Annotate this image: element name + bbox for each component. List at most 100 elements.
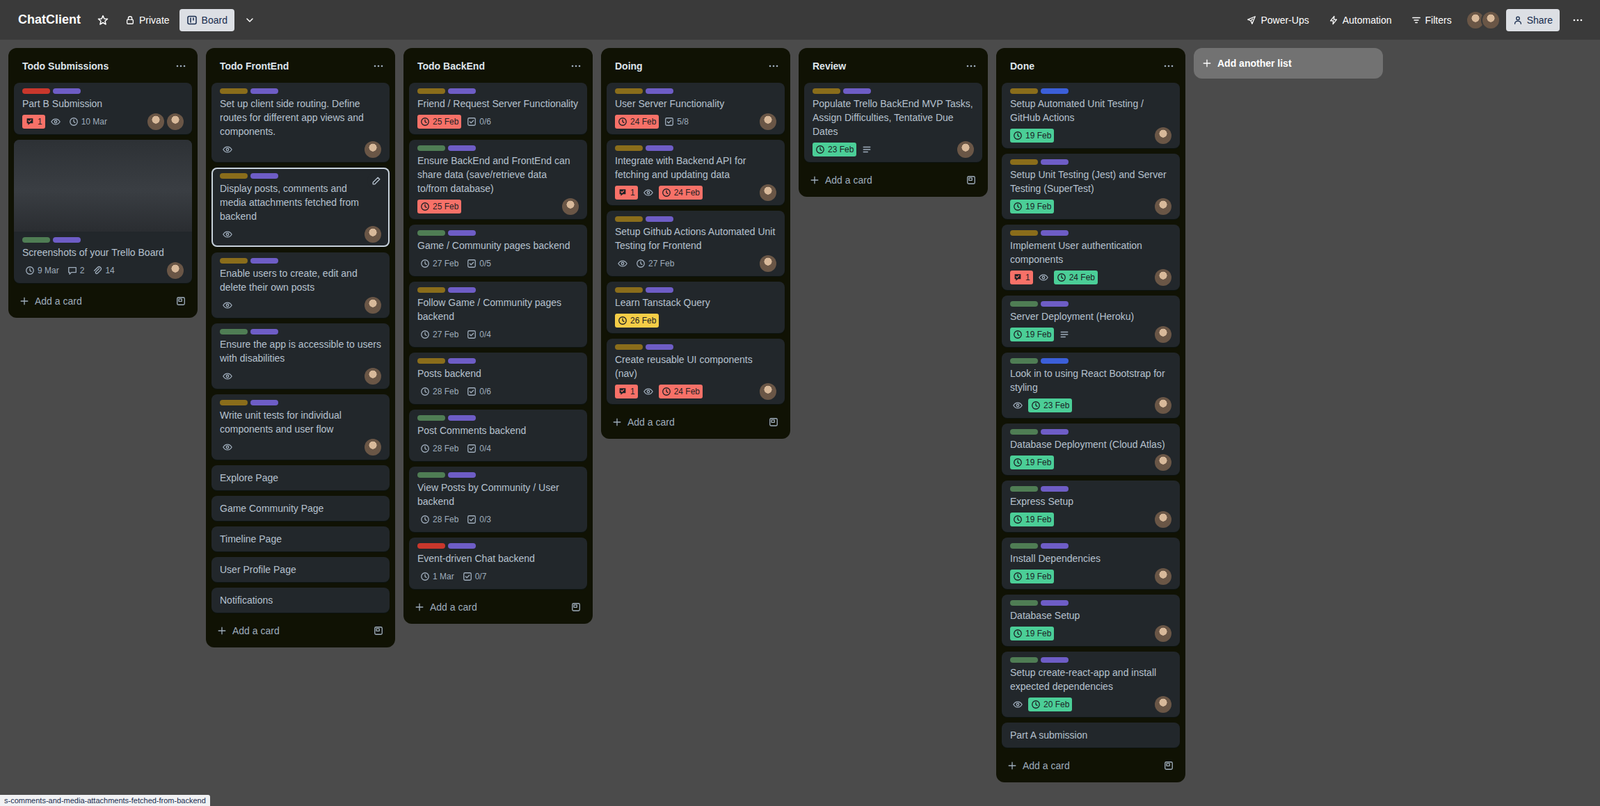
card[interactable]: Display posts, comments and media attach…	[211, 167, 390, 247]
card-label[interactable]	[448, 230, 476, 236]
card-label[interactable]	[219, 400, 248, 406]
card-label[interactable]	[1010, 657, 1038, 663]
card-label[interactable]	[1010, 88, 1038, 94]
card-label[interactable]	[250, 329, 279, 335]
member-avatar[interactable]	[1154, 696, 1172, 714]
member-avatar[interactable]	[1154, 127, 1172, 144]
card-label[interactable]	[448, 287, 476, 293]
card-label[interactable]	[1040, 358, 1069, 364]
card[interactable]: Friend / Request Server Functionality25 …	[409, 82, 588, 135]
add-list-button[interactable]: Add another list	[1193, 48, 1383, 79]
card-label[interactable]	[250, 258, 279, 264]
card-label[interactable]	[812, 88, 841, 94]
card-label[interactable]	[1010, 543, 1038, 549]
card-label[interactable]	[417, 415, 446, 421]
card-label[interactable]	[645, 344, 674, 350]
card-label[interactable]	[1010, 600, 1038, 606]
card-label[interactable]	[448, 88, 476, 94]
share-button[interactable]: Share	[1506, 9, 1560, 32]
card-label[interactable]	[1040, 600, 1069, 606]
card-label[interactable]	[417, 88, 446, 94]
card-label[interactable]	[614, 216, 643, 222]
member-avatar[interactable]	[1154, 454, 1172, 471]
member-avatar[interactable]	[166, 113, 184, 131]
card[interactable]: Screenshots of your Trello Board9 Mar214	[13, 139, 192, 284]
member-avatar[interactable]	[957, 141, 974, 158]
member-avatar[interactable]	[1154, 397, 1172, 414]
card-label[interactable]	[417, 543, 446, 549]
member-avatar[interactable]	[759, 184, 777, 202]
card-template-button[interactable]	[762, 411, 785, 434]
card-label[interactable]	[219, 173, 248, 179]
card[interactable]: Learn Tanstack Query26 Feb	[606, 281, 785, 334]
card-label[interactable]	[417, 358, 446, 364]
card[interactable]: Timeline Page	[211, 526, 390, 552]
card-label[interactable]	[250, 400, 279, 406]
member-avatar[interactable]	[364, 438, 382, 456]
member-avatar[interactable]	[147, 113, 165, 131]
card[interactable]: Part B Submission110 Mar	[13, 82, 192, 135]
card-label[interactable]	[645, 145, 674, 151]
card-label[interactable]	[448, 472, 476, 478]
card[interactable]: Setup create-react-app and install expec…	[1001, 651, 1180, 718]
card[interactable]: Implement User authentication components…	[1001, 224, 1180, 291]
card-label[interactable]	[1040, 230, 1069, 236]
list-menu-button[interactable]	[169, 54, 192, 78]
card-label[interactable]	[1010, 159, 1038, 165]
member-avatar[interactable]	[562, 198, 579, 215]
card-label[interactable]	[1040, 429, 1069, 435]
card-label[interactable]	[1040, 88, 1069, 94]
card[interactable]: Follow Game / Community pages backend27 …	[409, 281, 588, 348]
card-label[interactable]	[843, 88, 871, 94]
member-avatar[interactable]	[759, 255, 777, 272]
list-menu-button[interactable]	[367, 54, 390, 78]
card-label[interactable]	[1010, 486, 1038, 492]
card[interactable]: View Posts by Community / User backend28…	[409, 466, 588, 533]
card-label[interactable]	[219, 88, 248, 94]
add-card-button[interactable]: Add a card	[211, 619, 365, 643]
card-label[interactable]	[417, 472, 446, 478]
list-menu-button[interactable]	[564, 54, 588, 78]
card[interactable]: Server Deployment (Heroku)19 Feb	[1001, 295, 1180, 348]
card-label[interactable]	[1040, 486, 1069, 492]
member-avatar[interactable]	[364, 226, 382, 243]
add-card-button[interactable]: Add a card	[13, 290, 167, 313]
card[interactable]: Explore Page	[211, 465, 390, 491]
card-label[interactable]	[250, 88, 279, 94]
card-label[interactable]	[1010, 358, 1038, 364]
card[interactable]: Game / Community pages backend27 Feb0/5	[409, 224, 588, 277]
edit-card-button[interactable]	[367, 171, 386, 190]
card-label[interactable]	[1040, 159, 1069, 165]
add-card-button[interactable]: Add a card	[409, 596, 563, 619]
card[interactable]: Write unit tests for individual componen…	[211, 394, 390, 460]
card[interactable]: Notifications	[211, 587, 390, 613]
star-button[interactable]	[90, 10, 116, 30]
card[interactable]: Set up client side routing. Define route…	[211, 82, 390, 163]
list-menu-button[interactable]	[1157, 54, 1180, 78]
member-avatar[interactable]	[1481, 10, 1501, 30]
member-avatar[interactable]	[1154, 269, 1172, 286]
card-label[interactable]	[417, 145, 446, 151]
card[interactable]: Create reusable UI components (nav)124 F…	[606, 338, 785, 405]
member-avatar[interactable]	[759, 383, 777, 400]
card-label[interactable]	[52, 237, 81, 243]
visibility-button[interactable]: Private	[118, 9, 177, 32]
member-avatar[interactable]	[364, 141, 382, 158]
member-avatar[interactable]	[1154, 625, 1172, 643]
view-button[interactable]: Board	[179, 9, 235, 32]
card-label[interactable]	[1010, 230, 1038, 236]
member-avatar[interactable]	[1154, 511, 1172, 528]
card-label[interactable]	[22, 88, 51, 94]
member-avatar[interactable]	[1154, 198, 1172, 215]
card[interactable]: Setup Unit Testing (Jest) and Server Tes…	[1001, 153, 1180, 220]
card-template-button[interactable]	[1157, 754, 1180, 778]
card[interactable]: Post Comments backend28 Feb0/4	[409, 409, 588, 462]
card-label[interactable]	[1010, 429, 1038, 435]
member-avatar[interactable]	[364, 297, 382, 314]
card-label[interactable]	[448, 543, 476, 549]
card[interactable]: Game Community Page	[211, 496, 390, 522]
card-label[interactable]	[52, 88, 81, 94]
card-label[interactable]	[1040, 657, 1069, 663]
filters-button[interactable]: Filters	[1404, 9, 1459, 32]
card[interactable]: User Profile Page	[211, 557, 390, 583]
